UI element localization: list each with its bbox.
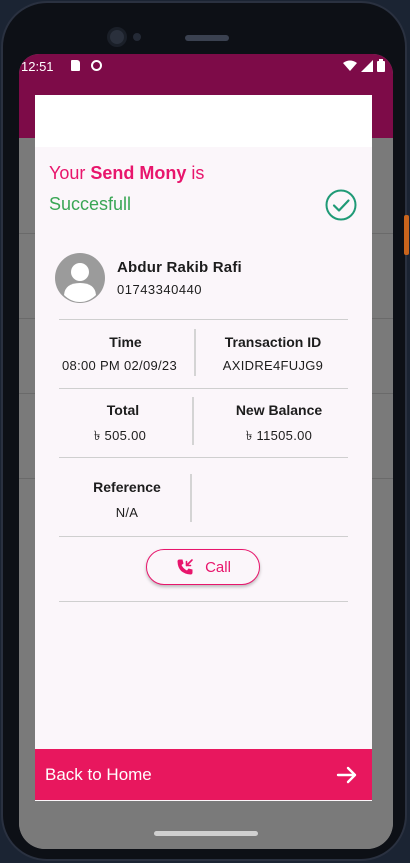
call-label: Call	[205, 558, 231, 576]
column-divider	[194, 329, 196, 376]
status-icons	[343, 59, 385, 72]
time-label: Time	[109, 334, 142, 350]
transaction-id-value: AXIDRE4FUJG9	[222, 358, 324, 373]
earpiece-speaker	[185, 35, 229, 41]
title-prefix: Your	[49, 163, 86, 183]
battery-icon	[377, 59, 385, 72]
divider	[59, 457, 348, 458]
column-divider	[192, 397, 194, 445]
dialog-header	[35, 95, 372, 147]
side-button	[404, 215, 409, 255]
avatar	[55, 253, 105, 303]
wifi-icon	[343, 60, 357, 71]
arrow-right-icon	[336, 766, 357, 783]
call-button[interactable]: Call	[146, 549, 260, 585]
divider	[59, 536, 348, 537]
back-to-home-button[interactable]: Back to Home	[35, 749, 372, 800]
sd-card-icon	[71, 60, 80, 71]
title-suffix: is	[191, 163, 205, 183]
signal-icon	[361, 59, 373, 72]
camera-sensor	[133, 33, 141, 41]
total-label: Total	[106, 402, 140, 418]
sync-icon	[91, 60, 102, 71]
transaction-id-label: Transaction ID	[224, 334, 322, 350]
back-to-home-label: Back to Home	[45, 764, 152, 784]
new-balance-label: New Balance	[235, 402, 323, 418]
dialog-title: Your Send Mony is	[49, 163, 204, 184]
check-circle-icon	[325, 189, 357, 221]
home-indicator[interactable]	[154, 831, 258, 836]
new-balance-value: ৳ 11505.00	[245, 428, 313, 443]
status-text: Succesfull	[49, 194, 132, 214]
divider	[59, 601, 348, 602]
front-camera	[107, 27, 127, 47]
divider	[59, 388, 348, 389]
status-time: 12:51	[21, 59, 54, 74]
reference-value: N/A	[115, 505, 139, 520]
status-bar: 12:51	[19, 54, 393, 80]
phone-callback-icon	[177, 559, 193, 575]
recipient-name: Abdur Rakib Rafi	[117, 259, 242, 276]
recipient-phone: 01743340440	[117, 282, 203, 297]
divider	[59, 319, 348, 320]
total-value: ৳ 505.00	[93, 428, 147, 443]
time-value: 08:00 PM 02/09/23	[62, 358, 177, 373]
transaction-success-dialog: Your Send Mony is Succesfull Abdur Rakib…	[35, 95, 372, 801]
title-highlight: Send Mony	[90, 163, 187, 183]
reference-label: Reference	[93, 479, 161, 495]
